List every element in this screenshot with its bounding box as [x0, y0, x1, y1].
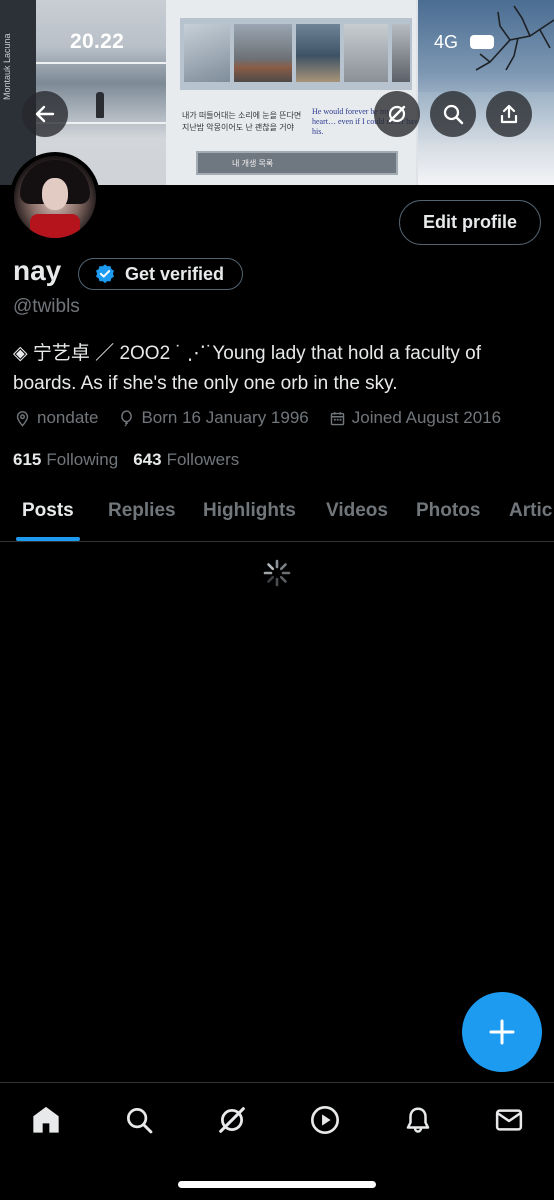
home-indicator[interactable]	[178, 1181, 376, 1188]
video-icon	[311, 1106, 339, 1134]
home-icon	[33, 1106, 59, 1133]
nav-messages[interactable]	[492, 1103, 526, 1137]
balloon-icon	[121, 409, 133, 426]
location-text: nondate	[37, 408, 99, 427]
banner-korean-text: 내가 떠들어대는 소리에 눈을 뜬다면 지난밤 악몽이어도 난 괜찮을 거야	[182, 111, 302, 132]
edit-profile-button[interactable]: Edit profile	[399, 200, 541, 245]
following-count[interactable]: 615	[13, 450, 41, 470]
active-tab-indicator	[16, 537, 80, 541]
joined-text: Joined August 2016	[351, 408, 502, 427]
share-icon	[500, 104, 518, 124]
nav-video[interactable]	[308, 1103, 342, 1137]
grok-button[interactable]	[374, 91, 420, 137]
tab-articles[interactable]: Artic	[509, 500, 552, 522]
tab-videos[interactable]: Videos	[326, 500, 388, 522]
avatar-image	[14, 156, 96, 238]
verified-badge-icon	[96, 264, 114, 284]
birthday-item: Born 16 January 1996	[118, 408, 309, 428]
display-name: nay	[13, 255, 62, 286]
grok-icon	[388, 105, 406, 123]
joined-item: Joined August 2016	[329, 408, 501, 428]
banner-photo-car	[234, 24, 292, 82]
nav-home[interactable]	[29, 1103, 63, 1137]
search-button[interactable]	[430, 91, 476, 137]
follow-stats: 615 Following 643 Followers	[13, 450, 254, 470]
share-button[interactable]	[486, 91, 532, 137]
mail-icon	[495, 1109, 523, 1131]
tab-posts[interactable]: Posts	[22, 500, 74, 522]
get-verified-label: Get verified	[125, 263, 225, 284]
banner-photo-bottle	[344, 24, 388, 82]
battery-icon	[470, 35, 494, 49]
banner-bar-label: 내 개생 목록	[232, 159, 274, 168]
following-label[interactable]: Following	[46, 450, 118, 470]
followers-label[interactable]: Followers	[167, 450, 240, 470]
status-network: 4G	[434, 32, 459, 52]
birthday-text: Born 16 January 1996	[141, 408, 309, 427]
grok-icon	[219, 1107, 245, 1133]
tab-highlights[interactable]: Highlights	[203, 500, 296, 522]
get-verified-button[interactable]: Get verified	[78, 258, 243, 290]
location-icon	[16, 410, 29, 427]
compose-post-button[interactable]	[462, 992, 542, 1072]
banner-divider	[36, 62, 166, 64]
nav-grok[interactable]	[215, 1103, 249, 1137]
back-arrow-icon	[35, 105, 55, 123]
banner-side-text: Montauk Lacuna	[2, 33, 12, 100]
handle: @twibls	[13, 296, 80, 317]
banner-music-bar	[196, 151, 398, 175]
banner-person-silhouette	[96, 92, 104, 118]
bell-icon	[406, 1107, 430, 1133]
bio: ◈ 宁艺卓 ／ 2OO2 ˙ ⋰˙Young lady that hold a …	[13, 343, 482, 394]
avatar[interactable]	[10, 152, 100, 242]
profile-meta: nondate Born 16 January 1996 Joined Augu…	[14, 408, 521, 428]
profile-banner[interactable]: Montauk Lacuna 내가 떠들어대는 소리에 눈을 뜬다면 지난밤 악…	[0, 0, 554, 185]
tab-replies[interactable]: Replies	[108, 500, 176, 522]
plus-icon	[489, 1019, 515, 1045]
banner-photo-clouds	[184, 24, 230, 82]
nav-notifications[interactable]	[401, 1103, 435, 1137]
location-item: nondate	[14, 408, 98, 428]
banner-photo-sea	[296, 24, 340, 82]
followers-count[interactable]: 643	[133, 450, 161, 470]
calendar-icon	[330, 411, 344, 425]
status-time: 20.22	[70, 30, 125, 53]
search-icon	[127, 1108, 153, 1134]
loading-spinner-icon	[263, 559, 291, 587]
profile-tabs: Posts Replies Highlights Videos Photos A…	[0, 490, 554, 542]
back-button[interactable]	[22, 91, 68, 137]
nav-search[interactable]	[122, 1103, 156, 1137]
tab-photos[interactable]: Photos	[416, 500, 480, 522]
search-icon	[443, 104, 464, 125]
banner-photo-door	[392, 24, 410, 82]
